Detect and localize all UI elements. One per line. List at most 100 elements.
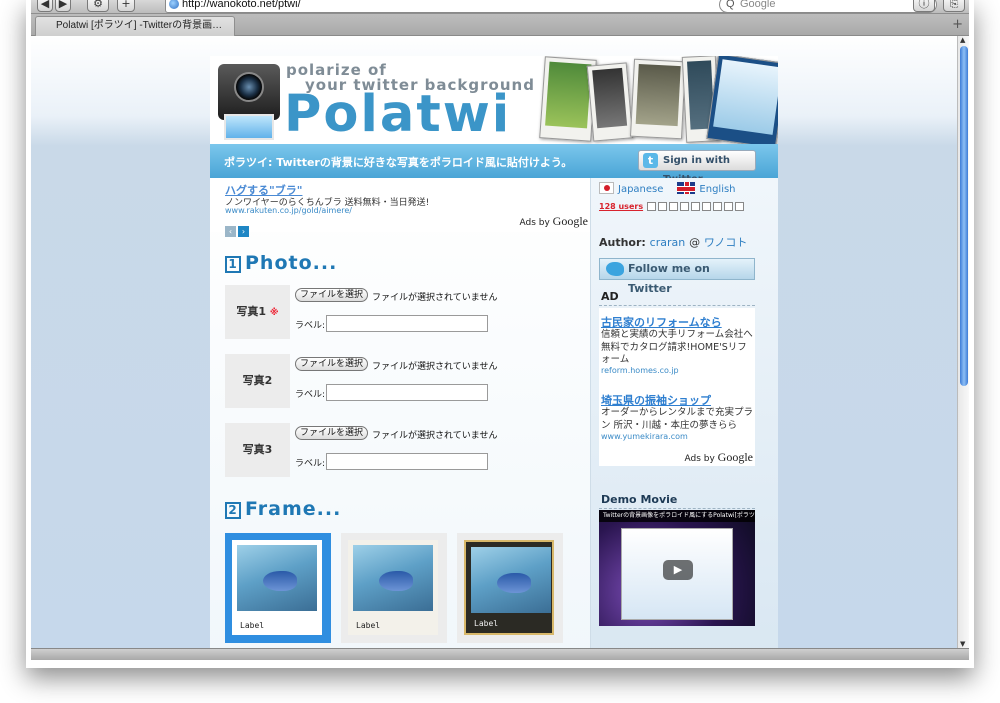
label-field-label: ラベル: — [295, 321, 326, 331]
lang-english-link[interactable]: English — [699, 184, 735, 195]
label-input[interactable] — [326, 315, 488, 332]
play-icon[interactable]: ▶ — [663, 560, 693, 580]
frame-option-vintage[interactable]: Label — [457, 533, 563, 643]
bookmark-icon[interactable] — [680, 202, 689, 211]
twitter-bird-icon — [606, 262, 624, 276]
frame-caption: Label — [474, 619, 499, 628]
frame-section-heading: 2 Frame... — [225, 498, 341, 520]
page-viewport: polarize of your twitter background Pola… — [31, 36, 957, 648]
frame-option-white[interactable]: Label — [225, 533, 331, 643]
collage-photo — [629, 58, 687, 140]
site-logo[interactable]: Polatwi — [284, 87, 511, 143]
label-input[interactable] — [326, 384, 488, 401]
bluejay-thumbnail — [471, 547, 551, 613]
frame-caption: Label — [240, 621, 265, 630]
info-icon[interactable]: ⓘ — [913, 0, 935, 12]
frame-option-worn[interactable]: Label — [341, 533, 447, 643]
bookmark-icon[interactable] — [691, 202, 700, 211]
author-label: Author: — [599, 236, 646, 249]
japan-flag-icon — [599, 182, 614, 194]
snapback-icon[interactable]: ⎘ — [943, 0, 965, 12]
photo-label: 写真1 ※ — [225, 285, 290, 339]
bookmark-icon[interactable] — [735, 202, 744, 211]
step-number: 1 — [225, 256, 241, 273]
ads-by-text: Ads by — [684, 454, 715, 464]
page-container: polarize of your twitter background Pola… — [210, 56, 778, 648]
url-text: http://wanokoto.net/ptwi/ — [182, 0, 301, 10]
forward-button[interactable]: ▶ — [55, 0, 71, 12]
frame-caption: Label — [356, 621, 381, 630]
bookmark-icon[interactable] — [724, 202, 733, 211]
bookmark-icon[interactable] — [669, 202, 678, 211]
signin-button[interactable]: t Sign in with Twitter — [638, 150, 756, 185]
bookmark-users-badge[interactable]: 128 users — [599, 202, 643, 211]
photo-label-text: 写真1 — [236, 305, 267, 318]
follow-label: Follow me on Twitter — [628, 262, 710, 295]
tab-bar: Polatwi [ポラツイ] -Twitterの背景画… + — [31, 14, 969, 36]
ad-next-icon[interactable]: › — [238, 226, 249, 237]
choose-file-button[interactable]: ファイルを選択 — [295, 357, 369, 371]
new-tab-icon[interactable]: + — [952, 17, 963, 32]
language-switcher: Japanese English — [599, 182, 736, 195]
file-status: ファイルが選択されていません — [372, 293, 498, 303]
add-bookmark-button[interactable]: + — [117, 0, 135, 12]
tab-title: Polatwi [ポラツイ] -Twitterの背景画… — [56, 20, 223, 31]
label-field-label: ラベル: — [295, 459, 326, 469]
photo-row: 写真3 ファイルを選択 ファイルが選択されていません ラベル: — [225, 423, 585, 479]
ads-by-google[interactable]: Ads by Google — [684, 450, 753, 465]
file-status: ファイルが選択されていません — [372, 431, 498, 441]
ad-url-link[interactable]: www.rakuten.co.jp/gold/aimere/ — [225, 206, 352, 215]
ads-by-text: Ads by — [519, 218, 550, 228]
search-field[interactable]: Q Google — [719, 0, 937, 13]
divider — [599, 305, 755, 306]
camera-logo-icon — [218, 64, 280, 140]
label-field-label: ラベル: — [295, 390, 326, 400]
video-title: Twitterの背景画像をポラロイド風にするPolatwi[ポラツイ]... — [599, 510, 755, 522]
demo-video[interactable]: Twitterの背景画像をポラロイド風にするPolatwi[ポラツイ]... ▶ — [599, 510, 755, 626]
ad-title-link[interactable]: 埼玉県の振袖ショップ — [601, 392, 711, 408]
bluejay-thumbnail — [353, 545, 433, 611]
scroll-up-icon[interactable]: ▲ — [960, 36, 965, 44]
banner-text: ポラツイ: Twitterの背景に好きな写真をポラロイド風に貼付けよう。 — [224, 156, 573, 169]
ad-description: オーダーからレンタルまで充実プラン 所沢・川越・本庄の夢きらら — [601, 407, 754, 431]
author-name-link[interactable]: craran — [650, 236, 686, 249]
banner: ポラツイ: Twitterの背景に好きな写真をポラロイド風に貼付けよう。 t S… — [210, 144, 778, 185]
author-line: Author: craran @ ワノコト — [599, 234, 747, 250]
author-site-link[interactable]: ワノコト — [704, 236, 747, 249]
step-number: 2 — [225, 502, 241, 519]
search-placeholder: Google — [740, 0, 776, 10]
ad-url-link[interactable]: www.yumekirara.com — [601, 432, 688, 441]
lang-japanese-link[interactable]: Japanese — [618, 184, 663, 195]
ad-prev-icon[interactable]: ‹ — [225, 226, 236, 237]
vertical-scrollbar[interactable]: ▲ ▼ — [957, 36, 969, 648]
gear-icon[interactable]: ⚙ — [87, 0, 109, 12]
bookmark-icon[interactable] — [658, 202, 667, 211]
google-text: Google — [717, 450, 753, 464]
ad-url-link[interactable]: reform.homes.co.jp — [601, 366, 679, 375]
scroll-down-icon[interactable]: ▼ — [960, 640, 965, 648]
uk-flag-icon — [677, 182, 696, 194]
ad-title-link[interactable]: 古民家のリフォームなら — [601, 314, 722, 330]
tab-polatwi[interactable]: Polatwi [ポラツイ] -Twitterの背景画… — [35, 16, 235, 36]
back-button[interactable]: ◀ — [37, 0, 53, 12]
divider — [599, 508, 755, 509]
bookmark-icon[interactable] — [647, 202, 656, 211]
frame-options: Label Label Label — [225, 533, 585, 648]
photo-section-heading: 1 Photo... — [225, 252, 337, 274]
sidebar-ads: 古民家のリフォームなら 信頼と実績の大手リフォーム会社へ無料でカタログ請求!HO… — [599, 308, 755, 466]
scroll-thumb[interactable] — [960, 46, 968, 386]
address-bar[interactable]: http://wanokoto.net/ptwi/ ↻ — [165, 0, 743, 13]
bookmark-icon[interactable] — [702, 202, 711, 211]
label-input[interactable] — [326, 453, 488, 470]
bookmark-icon[interactable] — [713, 202, 722, 211]
demo-movie-heading: Demo Movie — [601, 493, 678, 506]
choose-file-button[interactable]: ファイルを選択 — [295, 288, 369, 302]
search-icon: Q — [726, 0, 735, 10]
follow-button[interactable]: Follow me on Twitter — [599, 258, 755, 295]
sidebar: Japanese English 128 users Author: craran… — [590, 178, 778, 648]
ad-heading: AD — [601, 290, 619, 303]
ad-nav: ‹ › — [225, 219, 251, 238]
ads-by-google[interactable]: Ads by Google — [519, 214, 588, 229]
choose-file-button[interactable]: ファイルを選択 — [295, 426, 369, 440]
photo-label-text: 写真3 — [242, 443, 273, 456]
